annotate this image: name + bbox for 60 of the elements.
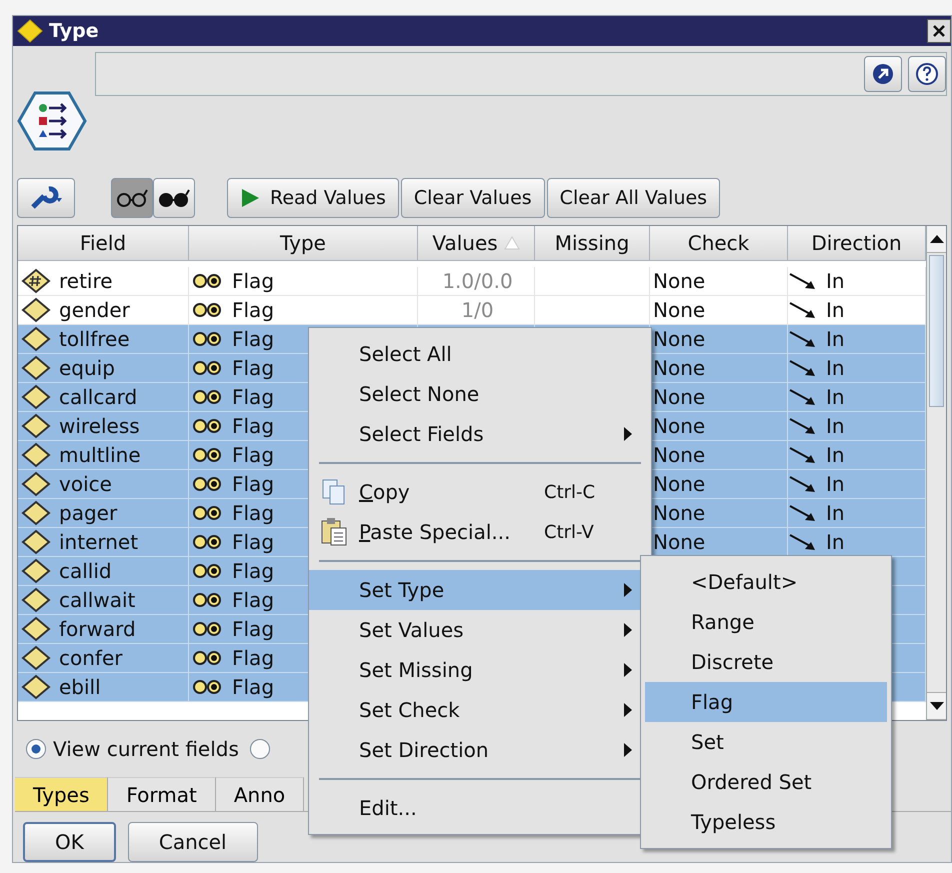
- direction-cell: In: [788, 382, 926, 412]
- field-cell[interactable]: voice: [18, 470, 189, 499]
- field-cell[interactable]: ebill: [18, 672, 189, 702]
- toolbar-button[interactable]: Clear All Values: [546, 178, 720, 218]
- direction-cell: In: [788, 528, 926, 557]
- window-title: Type: [49, 20, 99, 42]
- column-header[interactable]: Direction: [788, 226, 926, 261]
- check-cell: None: [650, 470, 788, 499]
- direction-cell: In: [788, 498, 926, 528]
- type-cell: Flag: [189, 296, 418, 325]
- type-cell: Flag: [189, 266, 418, 296]
- direction-cell: In: [788, 296, 926, 325]
- check-cell: None: [650, 354, 788, 383]
- direction-cell: In: [788, 412, 926, 441]
- values-cell: 1.0/0.0: [418, 266, 535, 296]
- column-header[interactable]: Values: [418, 226, 535, 261]
- submenu-item[interactable]: Flag: [645, 682, 887, 722]
- submenu-item[interactable]: Discrete: [645, 642, 887, 682]
- check-cell: None: [650, 528, 788, 557]
- field-cell[interactable]: pager: [18, 498, 189, 528]
- tab[interactable]: Anno: [216, 777, 304, 811]
- column-header[interactable]: Missing: [535, 226, 650, 261]
- direction-cell: In: [788, 266, 926, 296]
- toolbar-button[interactable]: Read Values: [227, 178, 399, 218]
- direction-cell: In: [788, 470, 926, 499]
- column-header[interactable]: Check: [650, 226, 788, 261]
- check-cell: None: [650, 498, 788, 528]
- tab[interactable]: Format: [108, 777, 216, 811]
- field-cell[interactable]: internet: [18, 528, 189, 557]
- submenu-item[interactable]: Ordered Set: [645, 762, 887, 802]
- column-header[interactable]: Field: [18, 226, 189, 261]
- radio-label: View current fields: [53, 737, 239, 762]
- toolbar-button[interactable]: Clear Values: [400, 178, 545, 218]
- field-cell[interactable]: gender: [18, 296, 189, 325]
- direction-cell: In: [788, 440, 926, 470]
- check-cell: None: [650, 296, 788, 325]
- check-cell: None: [650, 440, 788, 470]
- dialog-button[interactable]: OK: [23, 822, 116, 862]
- dialog-button[interactable]: Cancel: [128, 822, 258, 862]
- column-header[interactable]: Type: [189, 226, 418, 261]
- submenu-item[interactable]: Set: [645, 722, 887, 762]
- field-cell[interactable]: forward: [18, 614, 189, 644]
- direction-cell: In: [788, 324, 926, 354]
- values-cell: 1/0: [418, 296, 535, 325]
- tab[interactable]: Types: [15, 777, 108, 811]
- check-cell: None: [650, 266, 788, 296]
- submenu-item[interactable]: Typeless: [645, 802, 887, 842]
- field-cell[interactable]: confer: [18, 644, 189, 673]
- direction-cell: In: [788, 354, 926, 383]
- field-cell[interactable]: tollfree: [18, 324, 189, 354]
- field-cell[interactable]: callid: [18, 556, 189, 586]
- check-cell: None: [650, 382, 788, 412]
- field-cell[interactable]: callwait: [18, 586, 189, 615]
- field-cell[interactable]: multline: [18, 440, 189, 470]
- field-cell[interactable]: callcard: [18, 382, 189, 412]
- field-cell[interactable]: wireless: [18, 412, 189, 441]
- field-cell[interactable]: equip: [18, 354, 189, 383]
- check-cell: None: [650, 412, 788, 441]
- check-cell: None: [650, 324, 788, 354]
- field-cell[interactable]: retire: [18, 266, 189, 296]
